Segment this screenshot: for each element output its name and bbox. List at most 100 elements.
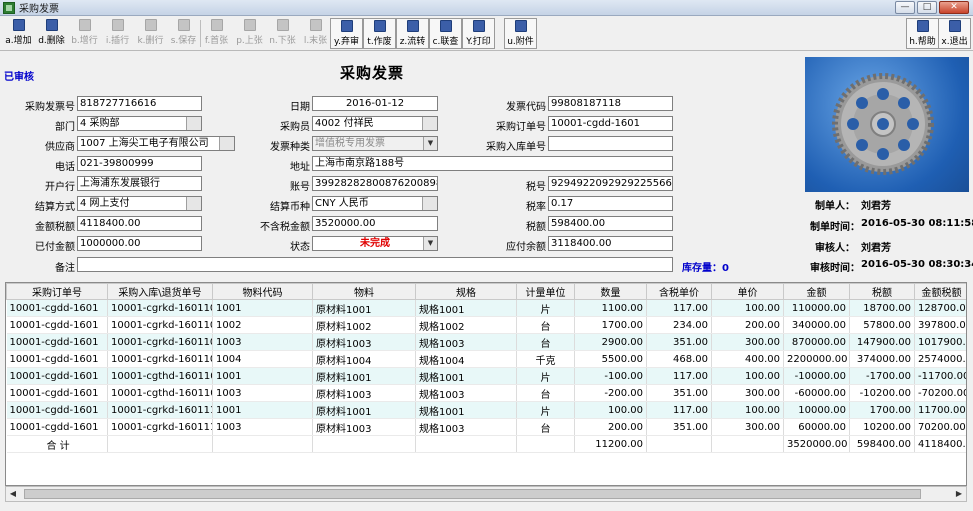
table-row[interactable]: 10001-cgdd-1601 10001-cgrkd-160111 1001 原材料… <box>6 401 966 419</box>
first-record-button[interactable]: f.首张 <box>200 18 233 49</box>
table-cell[interactable]: -100.00 <box>574 367 647 385</box>
table-cell[interactable]: 原材料1004 <box>312 350 416 368</box>
bank-field[interactable]: 上海浦东发展银行 <box>77 176 202 191</box>
table-cell[interactable]: 片 <box>516 299 575 317</box>
table-cell[interactable]: 规格1003 <box>415 384 517 402</box>
table-cell[interactable]: 规格1002 <box>415 316 517 334</box>
table-cell[interactable]: 原材料1003 <box>312 333 416 351</box>
column-header[interactable]: 采购订单号 <box>6 283 108 300</box>
table-cell[interactable]: 1001 <box>212 299 313 317</box>
table-cell[interactable]: 1700.00 <box>849 401 915 419</box>
chevron-down-icon[interactable]: ▼ <box>423 237 437 250</box>
delete-button[interactable]: d.删除 <box>35 18 68 49</box>
table-cell[interactable]: 1100.00 <box>574 299 647 317</box>
next-record-button[interactable]: n.下张 <box>266 18 299 49</box>
previous-record-button[interactable]: p.上张 <box>233 18 266 49</box>
table-cell[interactable]: 374000.00 <box>849 350 915 368</box>
table-row[interactable]: 10001-cgdd-1601 10001-cgrkd-160111 1003 原材料… <box>6 418 966 436</box>
table-cell[interactable]: 60000.00 <box>783 418 850 436</box>
table-cell[interactable]: 10001-cgdd-1601 <box>6 299 108 317</box>
buyer-lookup-button[interactable] <box>422 117 437 130</box>
table-cell[interactable]: 234.00 <box>646 316 712 334</box>
phone-field[interactable]: 021-39800999 <box>77 156 202 171</box>
table-cell[interactable]: 340000.00 <box>783 316 850 334</box>
print-button[interactable]: Y.打印 <box>462 18 495 49</box>
table-cell[interactable]: 110000.00 <box>783 299 850 317</box>
linked-query-button[interactable]: c.联查 <box>429 18 462 49</box>
excl-amount-field[interactable]: 3520000.00 <box>312 216 438 231</box>
table-cell[interactable]: -10000.00 <box>783 367 850 385</box>
table-cell[interactable]: 11700.00 <box>914 401 966 419</box>
table-cell[interactable]: 1001 <box>212 401 313 419</box>
table-cell[interactable]: 1003 <box>212 333 313 351</box>
column-header[interactable]: 含税单价 <box>646 283 712 300</box>
table-cell[interactable]: 117.00 <box>646 401 712 419</box>
table-cell[interactable]: 千克 <box>516 350 575 368</box>
settle-lookup-button[interactable] <box>186 197 201 210</box>
last-record-button[interactable]: l.末张 <box>299 18 332 49</box>
table-cell[interactable]: 1700.00 <box>574 316 647 334</box>
table-cell[interactable]: 规格1003 <box>415 418 517 436</box>
table-cell[interactable]: 117.00 <box>646 367 712 385</box>
table-cell[interactable]: 原材料1003 <box>312 418 416 436</box>
minimize-button[interactable]: — <box>895 1 915 14</box>
exit-button[interactable]: x.退出 <box>938 18 971 49</box>
table-cell[interactable]: 1004 <box>212 350 313 368</box>
table-cell[interactable]: 870000.00 <box>783 333 850 351</box>
column-header[interactable]: 物料 <box>312 283 416 300</box>
table-cell[interactable]: 原材料1001 <box>312 401 416 419</box>
table-cell[interactable]: 397800.00 <box>914 316 966 334</box>
tax-no-field[interactable]: 92949220929292255666 <box>548 176 673 191</box>
detail-table[interactable]: 采购订单号 采购入库\退货单号 物料代码 物料 规格 计量单位 数量 含税单价 单价 金额 税额 金额… <box>5 282 967 486</box>
table-cell[interactable]: 147900.00 <box>849 333 915 351</box>
add-button[interactable]: a.增加 <box>2 18 35 49</box>
dept-lookup-button[interactable] <box>186 117 201 130</box>
table-cell[interactable]: 原材料1001 <box>312 299 416 317</box>
table-cell[interactable]: 10200.00 <box>849 418 915 436</box>
table-row[interactable]: 10001-cgdd-1601 10001-cgthd-160110 1001 原材料… <box>6 367 966 385</box>
column-header[interactable]: 数量 <box>574 283 647 300</box>
table-cell[interactable]: -10200.00 <box>849 384 915 402</box>
paid-field[interactable]: 1000000.00 <box>77 236 202 251</box>
table-row[interactable]: 10001-cgdd-1601 10001-cgthd-160110 1003 原材料… <box>6 384 966 402</box>
help-button[interactable]: h.帮助 <box>906 18 939 49</box>
account-field[interactable]: 399282828008762008989 <box>312 176 438 191</box>
table-cell[interactable]: 台 <box>516 333 575 351</box>
table-cell[interactable]: 规格1001 <box>415 299 517 317</box>
table-cell[interactable]: 10001-cgdd-1601 <box>6 333 108 351</box>
table-cell[interactable]: 片 <box>516 401 575 419</box>
scroll-thumb[interactable] <box>24 489 921 499</box>
table-row[interactable]: 10001-cgdd-1601 10001-cgrkd-160110 1003 原材料… <box>6 333 966 351</box>
table-cell[interactable]: 10001-cgdd-1601 <box>6 367 108 385</box>
table-cell[interactable]: 10001-cgrkd-160110 <box>107 350 213 368</box>
table-cell[interactable]: 200.00 <box>711 316 784 334</box>
flow-button[interactable]: z.流转 <box>396 18 429 49</box>
column-header[interactable]: 金额 <box>783 283 850 300</box>
table-cell[interactable]: 200.00 <box>574 418 647 436</box>
supplier-lookup-button[interactable] <box>219 137 234 150</box>
tax-amount-field[interactable]: 598400.00 <box>548 216 673 231</box>
table-cell[interactable]: 规格1001 <box>415 401 517 419</box>
table-cell[interactable]: 100.00 <box>574 401 647 419</box>
dept-field[interactable]: 4 采购部 <box>77 116 202 131</box>
table-cell[interactable]: 台 <box>516 316 575 334</box>
column-header[interactable]: 计量单位 <box>516 283 575 300</box>
table-cell[interactable]: 原材料1001 <box>312 367 416 385</box>
table-cell[interactable]: 10001-cgdd-1601 <box>6 350 108 368</box>
table-cell[interactable]: 2900.00 <box>574 333 647 351</box>
table-cell[interactable]: 台 <box>516 384 575 402</box>
table-cell[interactable]: 100.00 <box>711 401 784 419</box>
maximize-button[interactable]: □ <box>917 1 937 14</box>
table-cell[interactable]: 10001-cgrkd-160111 <box>107 418 213 436</box>
table-cell[interactable]: 300.00 <box>711 418 784 436</box>
table-cell[interactable]: 10001-cgdd-1601 <box>6 418 108 436</box>
column-header[interactable]: 采购入库\退货单号 <box>107 283 213 300</box>
delete-row-button[interactable]: k.删行 <box>134 18 167 49</box>
invoice-no-field[interactable]: 818727716616 <box>77 96 202 111</box>
table-cell[interactable]: 18700.00 <box>849 299 915 317</box>
table-cell[interactable]: 100.00 <box>711 299 784 317</box>
void-button[interactable]: t.作废 <box>363 18 396 49</box>
table-cell[interactable]: 10001-cgrkd-160110 <box>107 299 213 317</box>
table-cell[interactable]: 70200.00 <box>914 418 966 436</box>
unapprove-button[interactable]: y.弃审 <box>330 18 363 49</box>
